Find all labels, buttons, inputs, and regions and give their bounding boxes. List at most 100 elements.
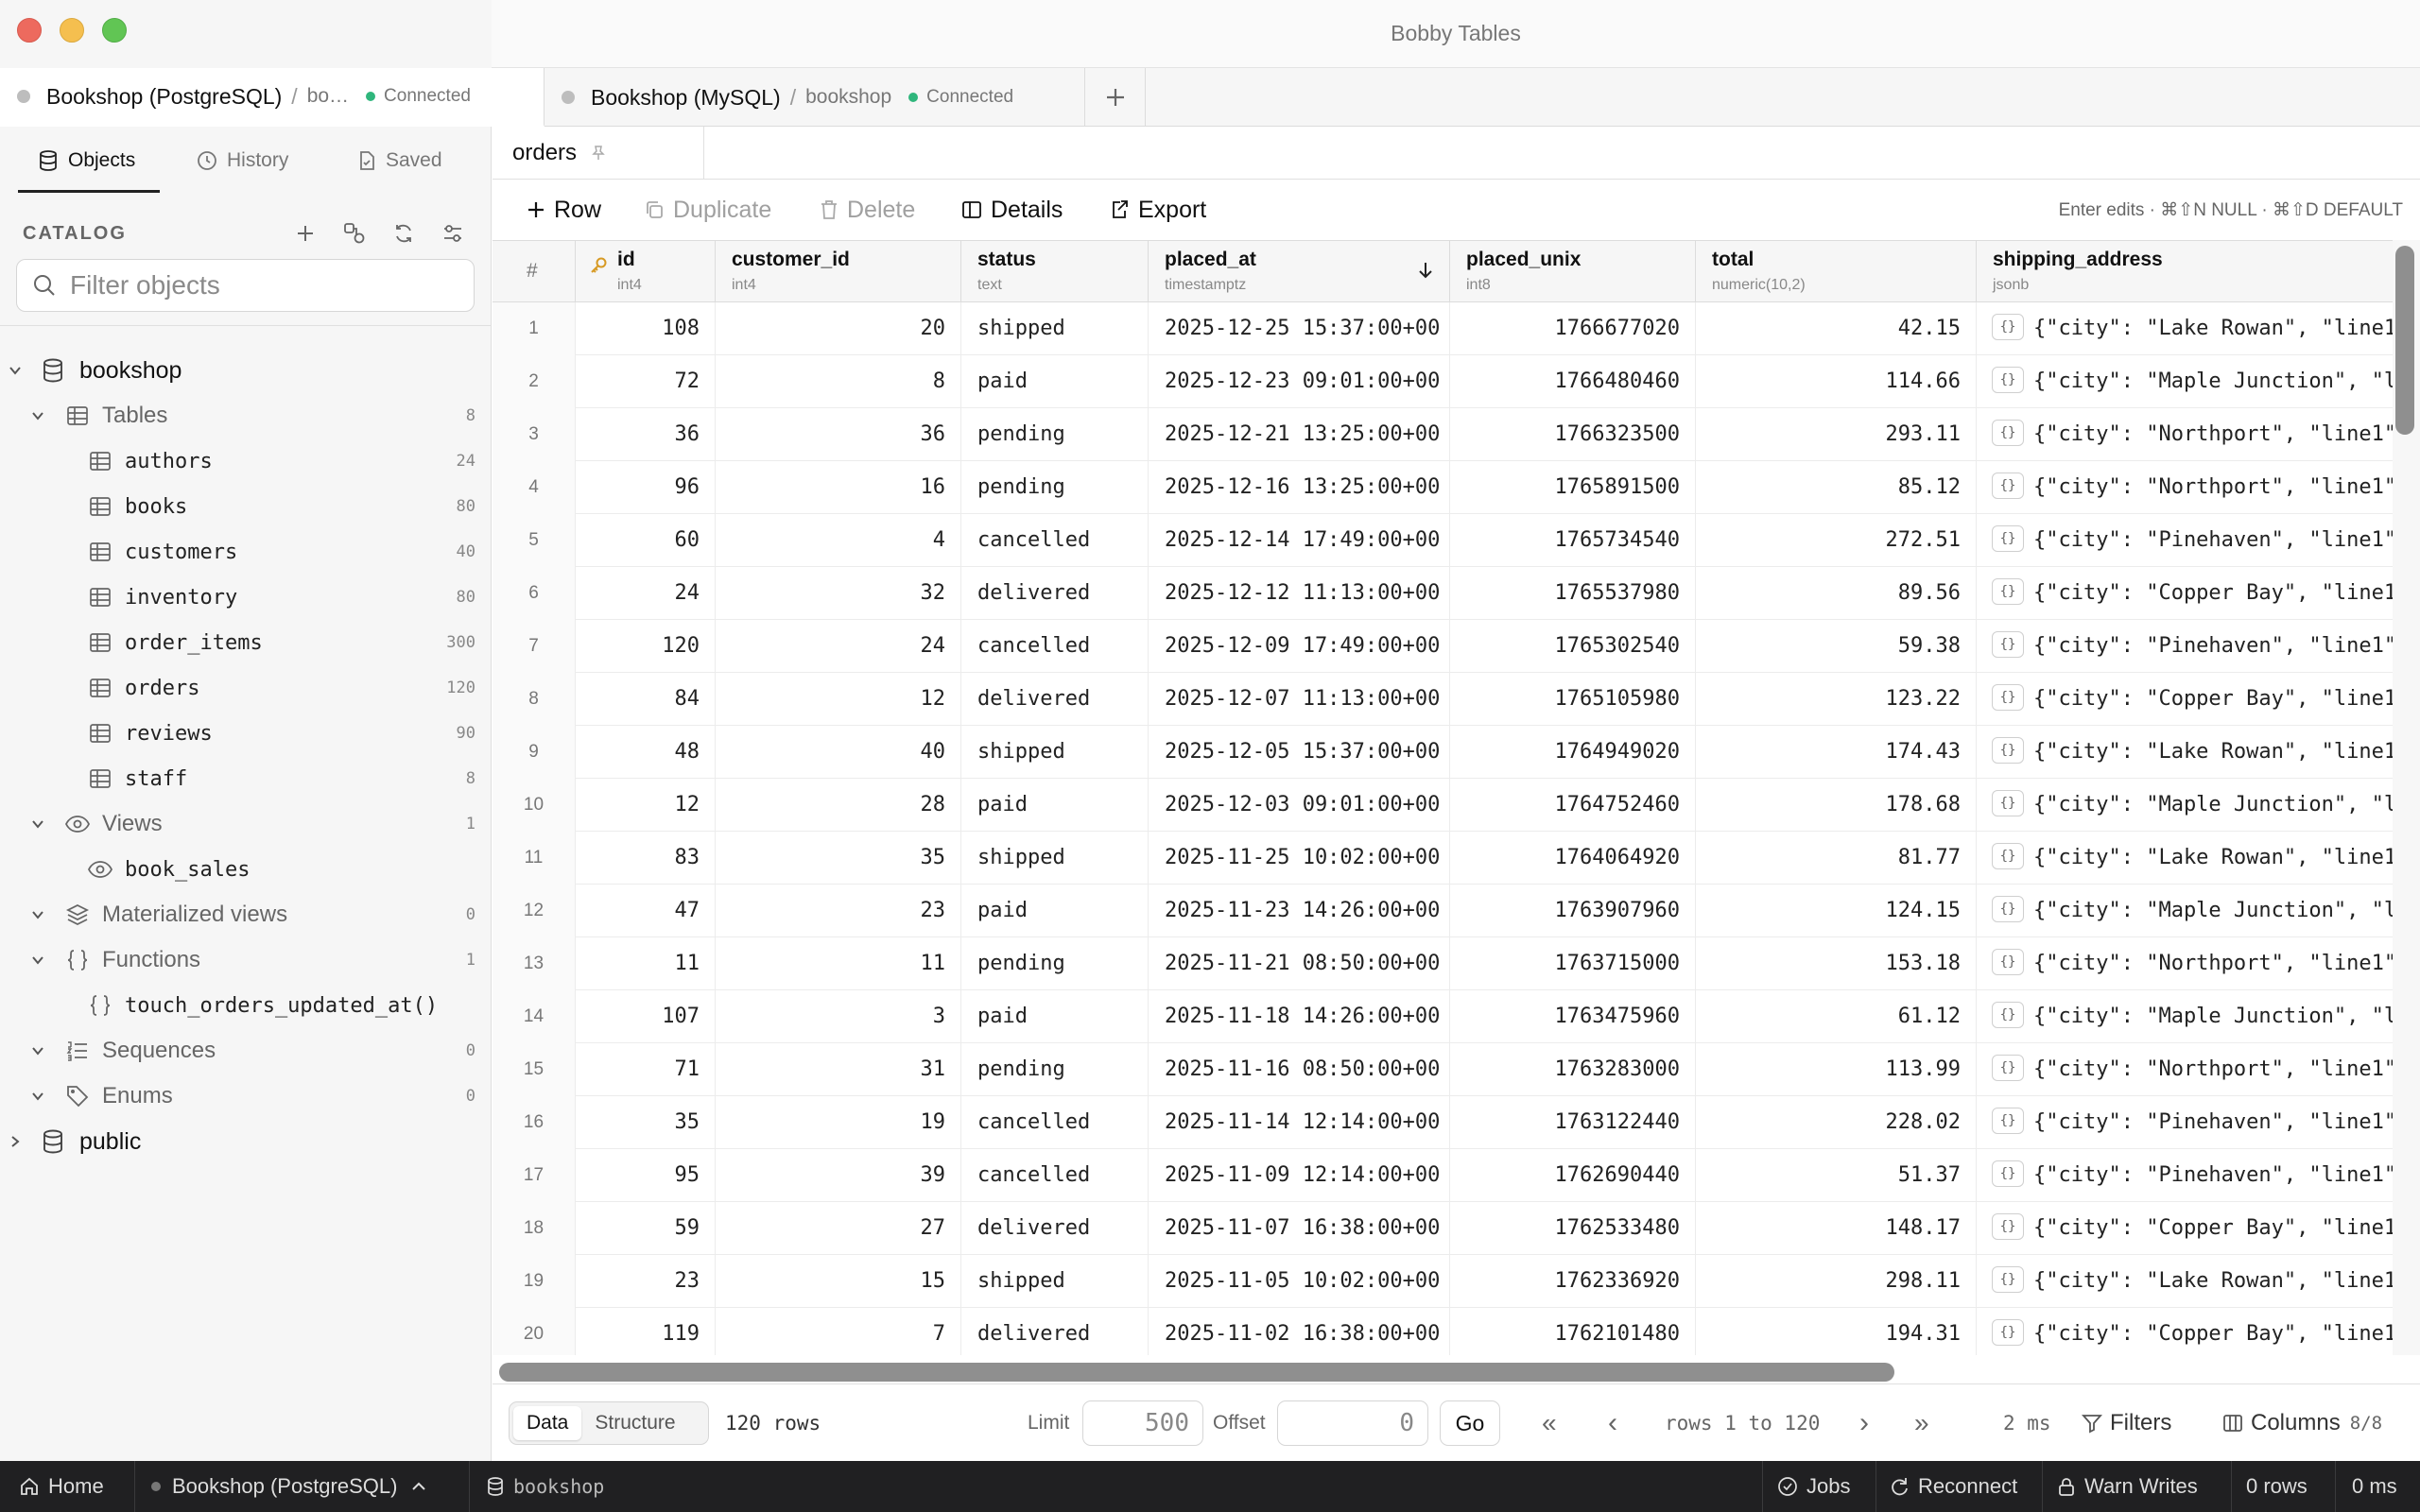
cell-total[interactable]: 228.02	[1696, 1096, 1977, 1149]
cell-placed-unix[interactable]: 1765891500	[1450, 461, 1696, 514]
cell-id[interactable]: 96	[576, 461, 716, 514]
cell-status[interactable]: pending	[961, 461, 1149, 514]
cell-status[interactable]: paid	[961, 779, 1149, 832]
cell-shipping-address[interactable]: {} {"city": "Pinehaven", "line1":	[1977, 620, 2420, 673]
cell-placed-at[interactable]: 2025-11-09 12:14:00+00	[1149, 1149, 1450, 1202]
cell-customer-id[interactable]: 4	[716, 514, 961, 567]
cell-customer-id[interactable]: 35	[716, 832, 961, 885]
json-braces-icon[interactable]: {}	[1992, 367, 2024, 393]
json-braces-icon[interactable]: {}	[1992, 896, 2024, 922]
cell-total[interactable]: 298.11	[1696, 1255, 1977, 1308]
cell-placed-at[interactable]: 2025-11-07 16:38:00+00	[1149, 1202, 1450, 1255]
cell-shipping-address[interactable]: {} {"city": "Copper Bay", "line1"	[1977, 1202, 2420, 1255]
json-braces-icon[interactable]: {}	[1992, 525, 2024, 552]
cell-id[interactable]: 83	[576, 832, 716, 885]
column-header-placed-unix[interactable]: placed_unix int8	[1450, 241, 1696, 303]
horizontal-scrollbar-thumb[interactable]	[499, 1363, 1894, 1382]
cell-customer-id[interactable]: 28	[716, 779, 961, 832]
cell-id[interactable]: 108	[576, 302, 716, 355]
cell-customer-id[interactable]: 40	[716, 726, 961, 779]
cell-placed-at[interactable]: 2025-11-18 14:26:00+00	[1149, 990, 1450, 1043]
table-row[interactable]: 20 119 7 delivered 2025-11-02 16:38:00+00 176…	[493, 1308, 2420, 1355]
tree-table-authors[interactable]: authors 24	[0, 438, 492, 484]
cell-id[interactable]: 71	[576, 1043, 716, 1096]
cell-placed-unix[interactable]: 1765302540	[1450, 620, 1696, 673]
json-braces-icon[interactable]: {}	[1992, 949, 2024, 975]
cell-customer-id[interactable]: 39	[716, 1149, 961, 1202]
home-button[interactable]: Home	[19, 1461, 104, 1512]
cell-id[interactable]: 23	[576, 1255, 716, 1308]
cell-placed-at[interactable]: 2025-12-21 13:25:00+00	[1149, 408, 1450, 461]
cell-status[interactable]: paid	[961, 885, 1149, 937]
json-braces-icon[interactable]: {}	[1992, 684, 2024, 711]
table-row[interactable]: 10 12 28 paid 2025-12-03 09:01:00+00 17647524…	[493, 779, 2420, 832]
cell-shipping-address[interactable]: {} {"city": "Lake Rowan", "line1":	[1977, 302, 2420, 355]
cell-customer-id[interactable]: 19	[716, 1096, 961, 1149]
table-row[interactable]: 16 35 19 cancelled 2025-11-14 12:14:00+00 176…	[493, 1096, 2420, 1149]
cell-total[interactable]: 174.43	[1696, 726, 1977, 779]
chevron-down-icon[interactable]	[28, 951, 47, 970]
cell-placed-unix[interactable]: 1763122440	[1450, 1096, 1696, 1149]
cell-shipping-address[interactable]: {} {"city": "Copper Bay", "line1"	[1977, 1308, 2420, 1355]
refresh-catalog-button[interactable]	[389, 219, 418, 248]
columns-button[interactable]: Columns 8/8	[2222, 1384, 2382, 1462]
column-header-shipping-address[interactable]: shipping_address jsonb	[1977, 241, 2420, 303]
cell-placed-at[interactable]: 2025-12-12 11:13:00+00	[1149, 567, 1450, 620]
cell-shipping-address[interactable]: {} {"city": "Lake Rowan", "line1"	[1977, 832, 2420, 885]
cell-shipping-address[interactable]: {} {"city": "Northport", "line1":	[1977, 1043, 2420, 1096]
table-row[interactable]: 17 95 39 cancelled 2025-11-09 12:14:00+00 176…	[493, 1149, 2420, 1202]
cell-id[interactable]: 48	[576, 726, 716, 779]
sort-descending-icon[interactable]	[1417, 260, 1434, 285]
table-row[interactable]: 19 23 15 shipped 2025-11-05 10:02:00+00 17623…	[493, 1255, 2420, 1308]
cell-id[interactable]: 35	[576, 1096, 716, 1149]
cell-placed-unix[interactable]: 1763907960	[1450, 885, 1696, 937]
cell-status[interactable]: shipped	[961, 726, 1149, 779]
cell-shipping-address[interactable]: {} {"city": "Pinehaven", "line1":	[1977, 1096, 2420, 1149]
cell-customer-id[interactable]: 3	[716, 990, 961, 1043]
add-object-button[interactable]	[291, 219, 320, 248]
cell-placed-unix[interactable]: 1764752460	[1450, 779, 1696, 832]
cell-placed-unix[interactable]: 1763475960	[1450, 990, 1696, 1043]
cell-id[interactable]: 11	[576, 937, 716, 990]
cell-shipping-address[interactable]: {} {"city": "Lake Rowan", "line1"	[1977, 726, 2420, 779]
json-braces-icon[interactable]: {}	[1992, 1319, 2024, 1346]
data-view-tab[interactable]: Data	[513, 1406, 582, 1440]
table-row[interactable]: 8 84 12 delivered 2025-12-07 11:13:00+00 1765…	[493, 673, 2420, 726]
column-header-customer-id[interactable]: customer_id int4	[716, 241, 961, 303]
cell-total[interactable]: 178.68	[1696, 779, 1977, 832]
last-page-button[interactable]: »	[1914, 1384, 1929, 1462]
cell-status[interactable]: pending	[961, 937, 1149, 990]
add-row-button[interactable]: Row	[527, 180, 601, 240]
cell-placed-unix[interactable]: 1765734540	[1450, 514, 1696, 567]
cell-placed-at[interactable]: 2025-11-23 14:26:00+00	[1149, 885, 1450, 937]
table-row[interactable]: 4 96 16 pending 2025-12-16 13:25:00+00 176589…	[493, 461, 2420, 514]
cell-placed-unix[interactable]: 1765105980	[1450, 673, 1696, 726]
column-header-total[interactable]: total numeric(10,2)	[1696, 241, 1977, 303]
cell-placed-at[interactable]: 2025-11-14 12:14:00+00	[1149, 1096, 1450, 1149]
cell-placed-at[interactable]: 2025-11-25 10:02:00+00	[1149, 832, 1450, 885]
cell-placed-at[interactable]: 2025-12-05 15:37:00+00	[1149, 726, 1450, 779]
delete-button[interactable]: Delete	[820, 180, 915, 240]
cell-placed-unix[interactable]: 1762336920	[1450, 1255, 1696, 1308]
json-braces-icon[interactable]: {}	[1992, 420, 2024, 446]
json-braces-icon[interactable]: {}	[1992, 578, 2024, 605]
table-row[interactable]: 11 83 35 shipped 2025-11-25 10:02:00+00 17640…	[493, 832, 2420, 885]
table-row[interactable]: 14 107 3 paid 2025-11-18 14:26:00+00 17634759…	[493, 990, 2420, 1043]
table-row[interactable]: 18 59 27 delivered 2025-11-07 16:38:00+00 176…	[493, 1202, 2420, 1255]
table-row[interactable]: 12 47 23 paid 2025-11-23 14:26:00+00 17639079…	[493, 885, 2420, 937]
tab-saved[interactable]: Saved	[357, 127, 442, 195]
vertical-scrollbar-thumb[interactable]	[2395, 246, 2414, 435]
tab-objects[interactable]: Objects	[38, 127, 135, 195]
object-tab-orders[interactable]: orders	[493, 127, 704, 180]
cell-customer-id[interactable]: 24	[716, 620, 961, 673]
cell-status[interactable]: cancelled	[961, 514, 1149, 567]
cell-placed-unix[interactable]: 1766480460	[1450, 355, 1696, 408]
schema-diagram-button[interactable]	[340, 219, 369, 248]
cell-placed-unix[interactable]: 1763283000	[1450, 1043, 1696, 1096]
column-header-id[interactable]: id int4	[576, 241, 716, 303]
json-braces-icon[interactable]: {}	[1992, 1160, 2024, 1187]
tree-table-order-items[interactable]: order_items 300	[0, 620, 492, 665]
reconnect-button[interactable]: Reconnect	[1889, 1461, 2017, 1512]
next-page-button[interactable]: ›	[1859, 1384, 1869, 1462]
cell-total[interactable]: 293.11	[1696, 408, 1977, 461]
